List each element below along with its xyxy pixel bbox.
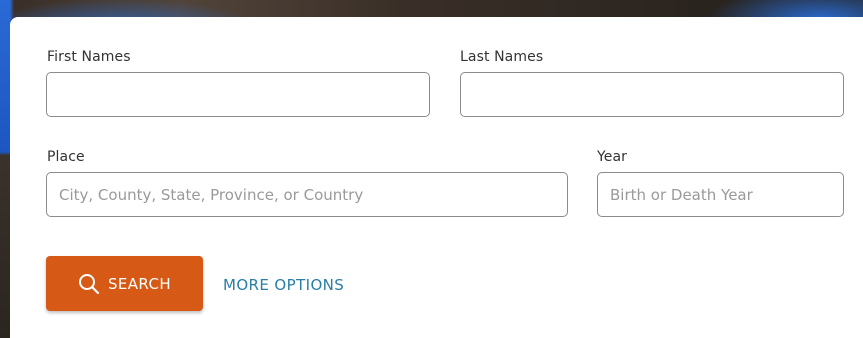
first-names-input[interactable] bbox=[46, 72, 430, 117]
year-label: Year bbox=[597, 149, 628, 165]
search-button[interactable]: SEARCH bbox=[46, 256, 203, 311]
search-form-card: First Names Last Names Place Year SEARCH… bbox=[10, 17, 863, 338]
first-names-label: First Names bbox=[47, 49, 131, 65]
search-button-label: SEARCH bbox=[107, 274, 172, 293]
year-input[interactable] bbox=[597, 172, 844, 217]
more-options-link[interactable]: MORE OPTIONS bbox=[223, 276, 344, 294]
place-input[interactable] bbox=[46, 172, 568, 217]
last-names-input[interactable] bbox=[460, 72, 844, 117]
search-icon bbox=[78, 273, 100, 295]
place-label: Place bbox=[47, 149, 85, 165]
last-names-label: Last Names bbox=[460, 49, 544, 65]
